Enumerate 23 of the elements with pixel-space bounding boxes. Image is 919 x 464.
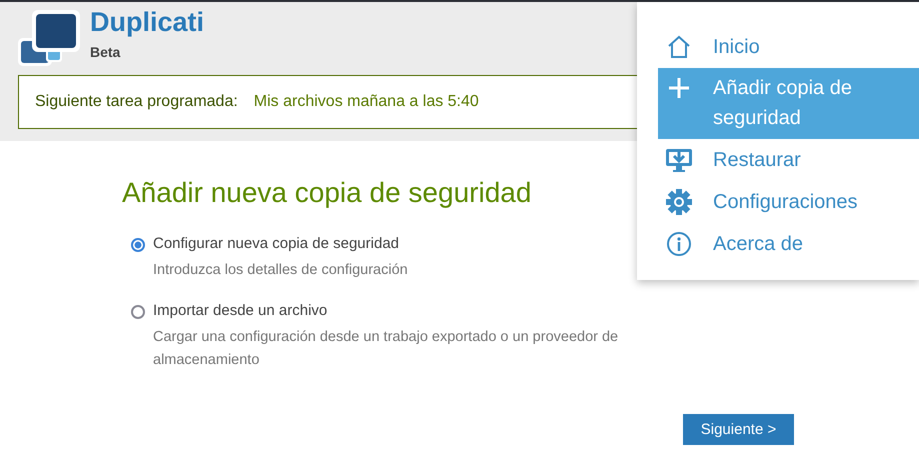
menu-item[interactable]: Configuraciones: [658, 181, 919, 223]
notice-label: Siguiente tarea programada:: [35, 93, 238, 111]
app-title: Duplicati: [90, 6, 204, 38]
page-heading: Añadir nueva copia de seguridad: [122, 177, 532, 209]
menu-item[interactable]: Inicio: [658, 26, 919, 68]
home-icon: [666, 34, 692, 60]
notice-value: Mis archivos mañana a las 5:40: [254, 93, 479, 111]
plus-icon: [668, 77, 690, 99]
monitor-download-icon: [665, 147, 693, 173]
settings-icon: [666, 189, 692, 215]
option-label[interactable]: Configurar nueva copia de seguridad: [153, 235, 399, 253]
menu-item[interactable]: Restaurar: [658, 139, 919, 181]
menu-item[interactable]: Añadir copia de seguridad: [658, 68, 919, 139]
radio-button[interactable]: [131, 238, 145, 252]
info-icon: [666, 231, 692, 257]
radio-button[interactable]: [131, 305, 145, 319]
option-description: Cargar una configuración desde un trabajo exportado o un proveedor de almacenamiento: [153, 328, 620, 370]
next-button[interactable]: Siguiente >: [683, 414, 794, 445]
menu-item[interactable]: Acerca de: [658, 223, 919, 265]
option-description: Introduzca los detalles de configuración: [153, 261, 408, 280]
option-label[interactable]: Importar desde un archivo: [153, 302, 328, 320]
app-subtitle: Beta: [90, 43, 120, 61]
logo-icon: [18, 10, 82, 66]
